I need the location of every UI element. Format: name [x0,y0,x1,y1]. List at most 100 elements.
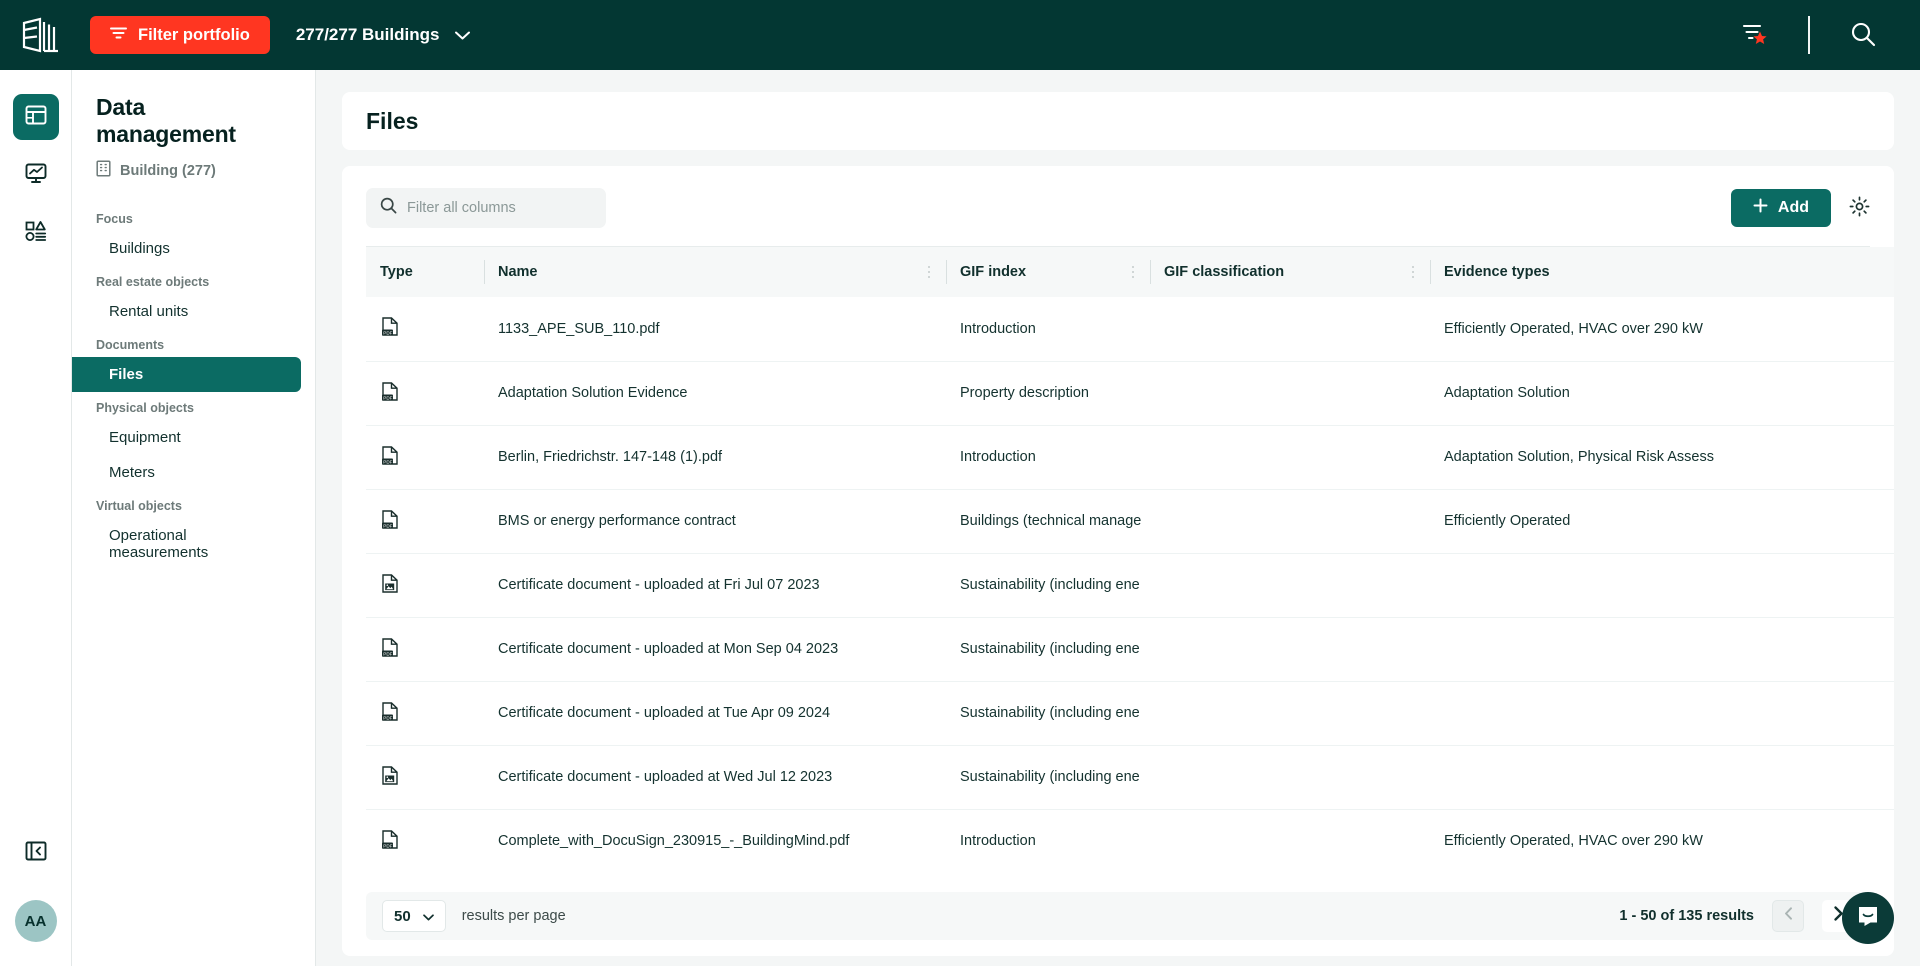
pdf-file-icon: PDF [382,317,398,340]
column-header-gif-index[interactable]: GIF index [946,247,1150,297]
column-header-type[interactable]: Type [366,247,484,297]
rail-item-data-management[interactable] [12,94,59,140]
column-menu-icon[interactable] [927,265,930,279]
rail-bottom-actions: AA [14,836,57,966]
column-header-name[interactable]: Name [484,247,946,297]
page-header: Files [342,92,1894,150]
search-input[interactable] [407,200,592,216]
nav-item-files[interactable]: Files [72,357,301,392]
nav-item-buildings[interactable]: Buildings [72,231,301,266]
cell-type: PDF [366,617,484,682]
table-row[interactable]: PDF Complete_with_DocuSign_230915_-_Buil… [366,809,1894,873]
filter-star-icon [1740,20,1770,51]
building-icon [96,160,111,181]
cell-evidence-types: Efficiently Operated, HVAC over 290 kW [1430,297,1894,362]
nav-group-label-documents: Documents [96,338,165,352]
cell-name: Certificate document - uploaded at Tue A… [484,681,946,746]
column-label-gif-index: GIF index [960,264,1027,280]
nav-item-rental-units[interactable]: Rental units [72,294,301,329]
table-row[interactable]: Certificate document - uploaded at Fri J… [366,553,1894,618]
cell-gif-index: Introduction [946,425,1150,490]
nav-context: Building (277) [72,148,315,181]
cell-name: Certificate document - uploaded at Mon S… [484,617,946,682]
rail-item-analytics[interactable] [13,152,59,198]
table-row[interactable]: PDF 1133_APE_SUB_110.pdf Introduction Ef… [366,297,1894,362]
cell-type: PDF [366,361,484,426]
column-divider [1150,260,1151,284]
files-table: Type Name GIF index GIF classification E… [366,247,1894,873]
table-row[interactable]: PDF Berlin, Friedrichstr. 147-148 (1).pd… [366,425,1894,490]
cell-gif-classification [1150,809,1430,873]
table-row[interactable]: PDF Certificate document - uploaded at M… [366,617,1894,682]
files-table-wrapper: Type Name GIF index GIF classification E… [366,246,1894,873]
nav-item-meters[interactable]: Meters [72,455,301,490]
pdf-file-icon: PDF [382,830,398,853]
table-row[interactable]: PDF Adaptation Solution Evidence Propert… [366,361,1894,426]
cell-gif-index: Sustainability (including ene [946,681,1150,746]
shapes-list-icon [24,219,48,248]
user-avatar[interactable]: AA [14,900,57,942]
column-header-evidence-types[interactable]: Evidence types [1430,247,1894,297]
page-title: Files [366,107,419,134]
files-panel: Add [342,166,1894,956]
column-divider [946,260,947,284]
column-divider [484,260,485,284]
column-menu-icon[interactable] [1131,265,1134,279]
column-label-evidence-types: Evidence types [1444,264,1550,280]
cell-gif-index: Sustainability (including ene [946,745,1150,810]
add-button[interactable]: Add [1730,189,1831,227]
previous-page-button[interactable] [1772,900,1804,932]
table-body: PDF 1133_APE_SUB_110.pdf Introduction Ef… [366,297,1894,873]
image-file-icon [382,573,398,597]
svg-text:PDF: PDF [383,331,392,336]
cell-gif-classification [1150,745,1430,810]
cell-gif-classification [1150,489,1430,554]
cell-gif-index: Introduction [946,297,1150,362]
toolbar-actions: Add [1730,189,1870,227]
cell-name: Certificate document - uploaded at Wed J… [484,745,946,810]
global-search-button[interactable] [1836,8,1890,62]
primary-nav-rail: AA [0,70,72,966]
cell-evidence-types [1430,553,1894,618]
support-chat-button[interactable] [1842,892,1894,944]
cell-type: PDF [366,489,484,554]
table-head: Type Name GIF index GIF classification E… [366,247,1894,297]
main-content: Files Ad [316,70,1920,966]
nav-item-operational-measurements[interactable]: Operational measurements [72,518,301,570]
filter-columns-search[interactable] [366,188,606,228]
cell-type: PDF [366,681,484,746]
results-per-page-select[interactable]: 50 [382,900,446,932]
table-row[interactable]: PDF Certificate document - uploaded at T… [366,681,1894,746]
cell-gif-index: Buildings (technical manage [946,489,1150,554]
cell-type [366,553,484,618]
filter-portfolio-button[interactable]: Filter portfolio [90,16,270,54]
pdf-file-icon: PDF [382,381,398,405]
cell-gif-index: Sustainability (including ene [946,553,1150,618]
results-per-page-value: 50 [394,907,411,925]
cell-type [366,745,484,810]
svg-text:PDF: PDF [383,715,392,720]
cell-type: PDF [366,297,484,362]
rail-item-objects[interactable] [13,210,59,256]
table-row[interactable]: PDF BMS or energy performance contract B… [366,489,1894,554]
app-logo[interactable] [14,12,70,58]
pdf-file-icon: PDF [382,637,398,661]
cell-gif-index: Introduction [960,833,1036,850]
column-header-gif-classification[interactable]: GIF classification [1150,247,1430,297]
column-menu-icon[interactable] [1411,265,1414,279]
pdf-file-icon: PDF [382,509,398,533]
search-icon [380,197,397,219]
avatar-initials: AA [24,912,47,930]
table-settings-button[interactable] [1849,196,1870,220]
collapse-sidebar-button[interactable] [19,836,53,870]
cell-gif-classification [1150,553,1430,618]
cell-name: Berlin, Friedrichstr. 147-148 (1).pdf [484,425,946,490]
nav-groups: Focus Buildings Real estate objects Rent… [72,203,315,570]
nav-item-equipment[interactable]: Equipment [72,420,301,455]
cell-evidence-types: Adaptation Solution, Physical Risk Asses… [1430,425,1894,490]
table-row[interactable]: Certificate document - uploaded at Wed J… [366,745,1894,810]
buildings-count-dropdown[interactable]: 277/277 Buildings [296,25,471,45]
cell-gif-classification [1150,425,1430,490]
column-label-gif-classification: GIF classification [1164,264,1285,280]
saved-filters-button[interactable] [1728,8,1782,62]
